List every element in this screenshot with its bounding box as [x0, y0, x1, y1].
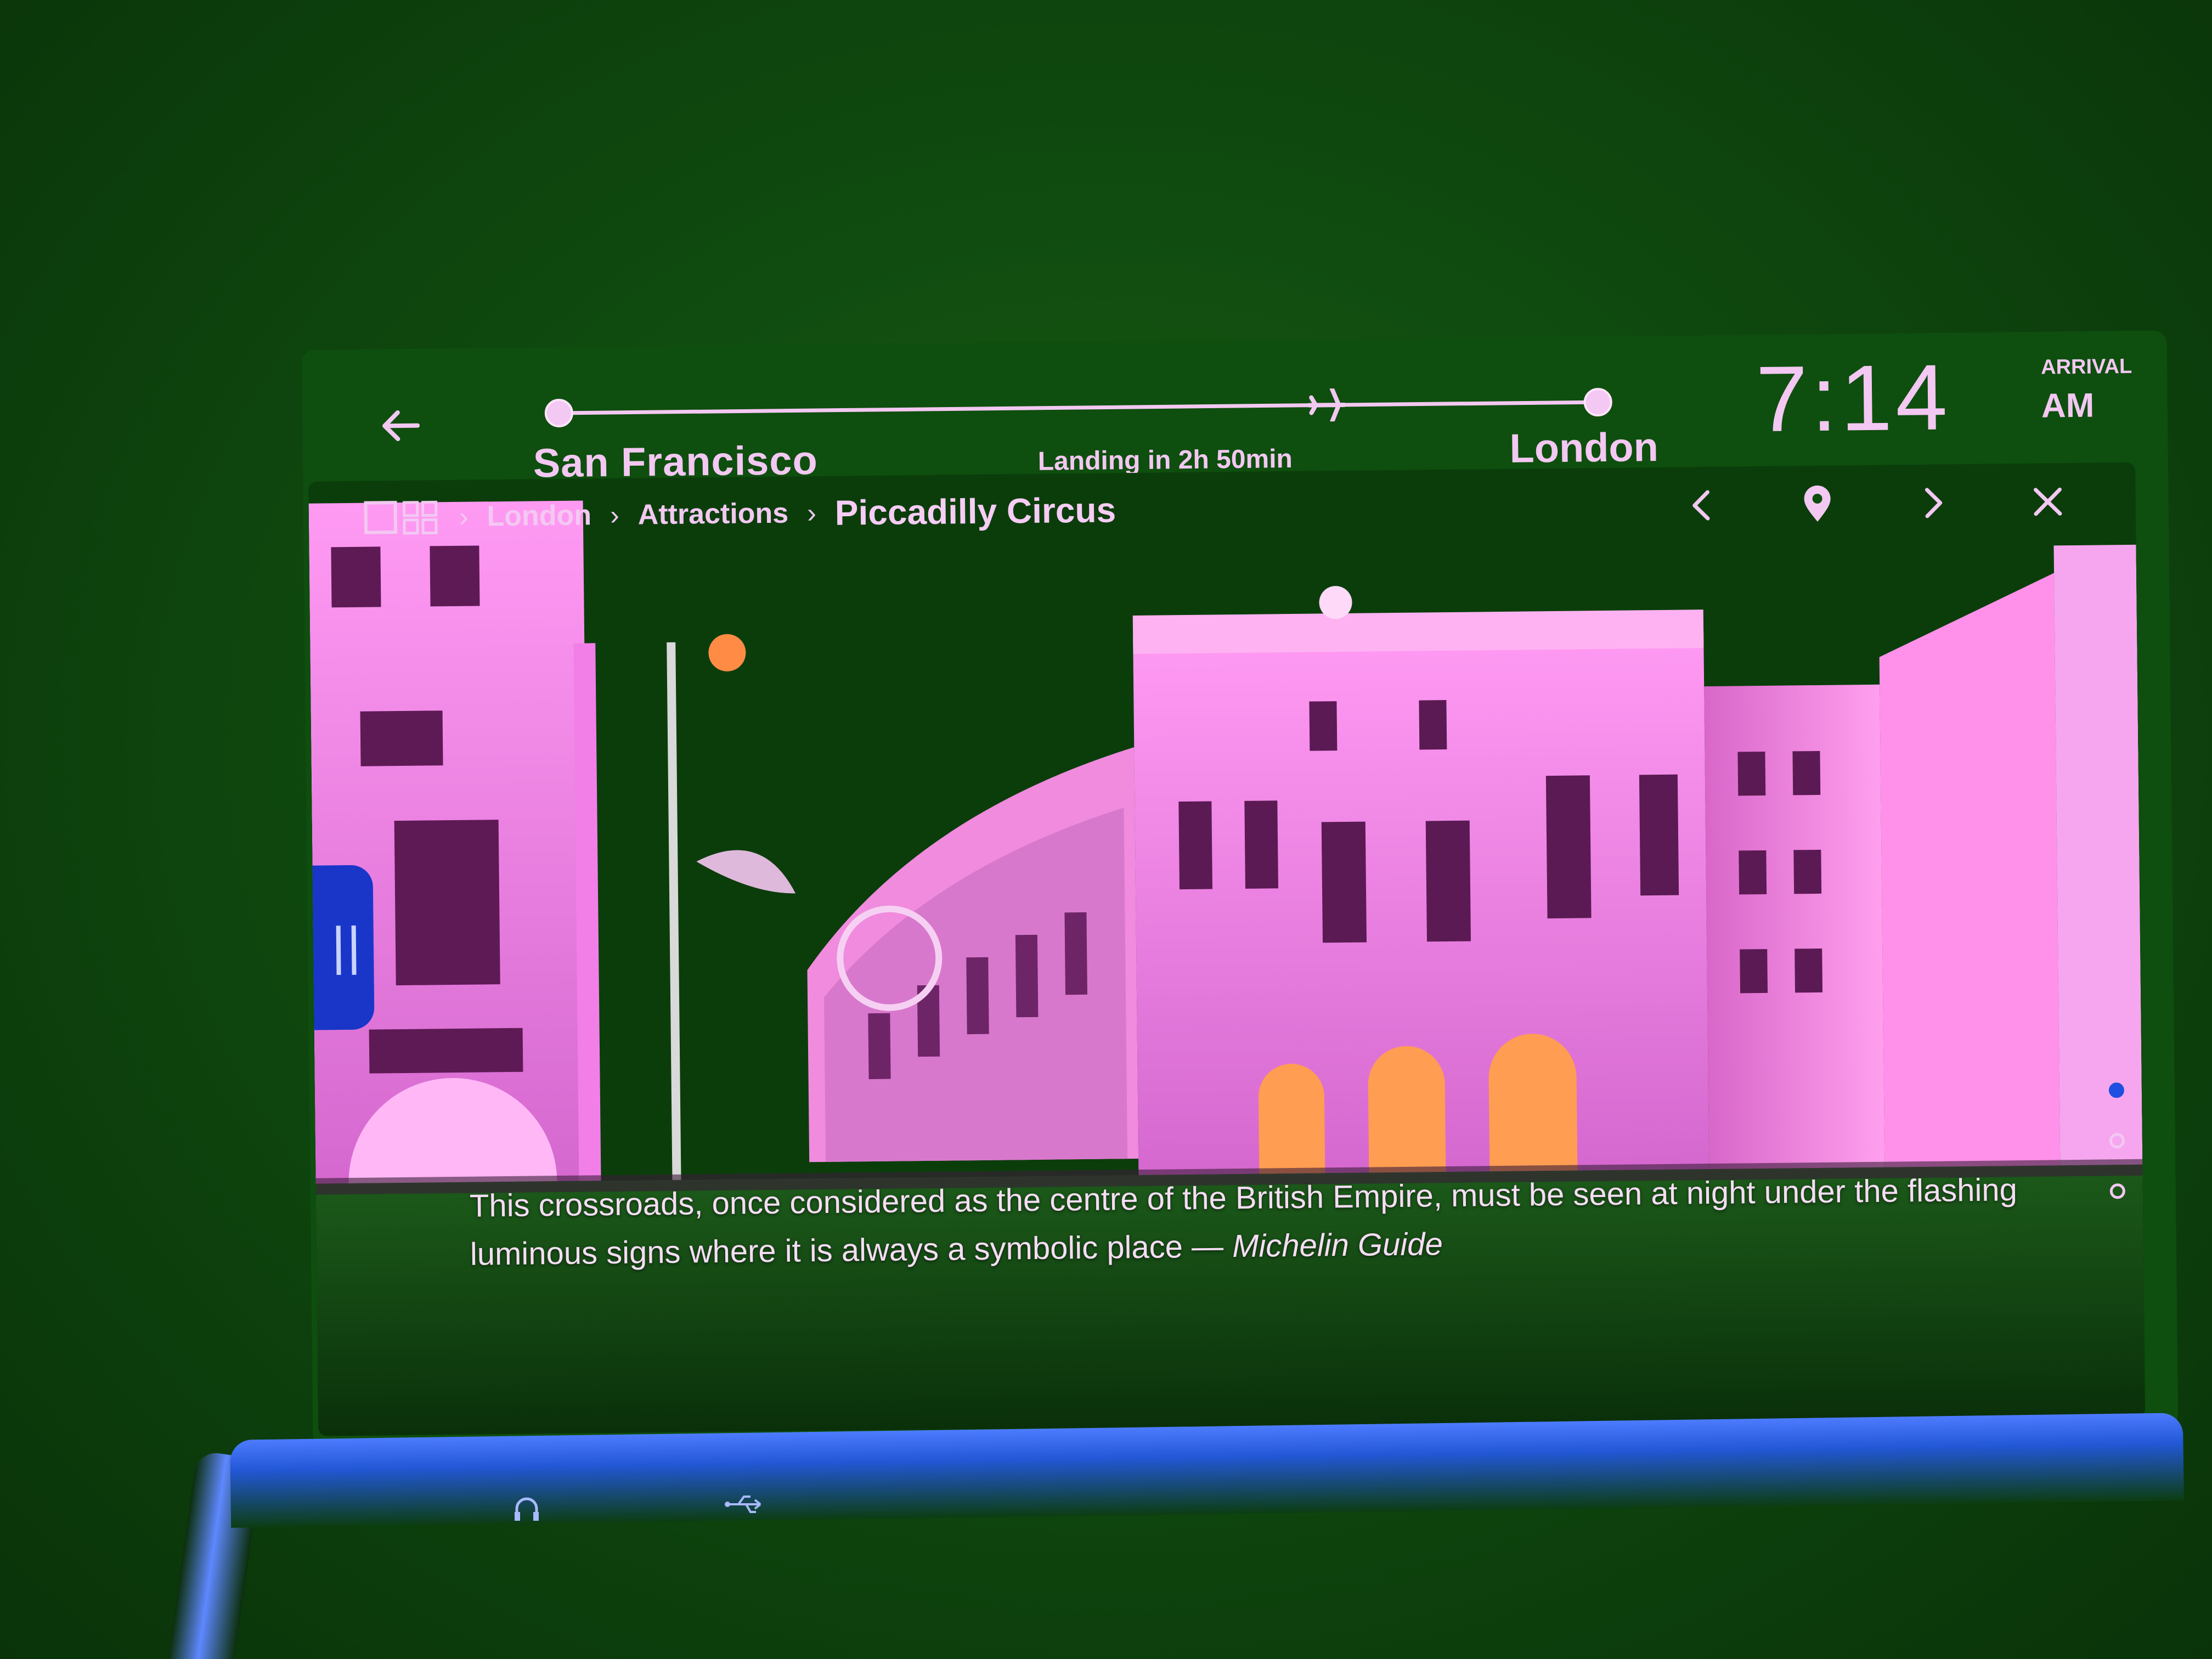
arrow-left-icon	[382, 410, 420, 442]
chevron-left-icon	[1692, 490, 1710, 521]
next-button[interactable]	[1910, 481, 1955, 525]
arrival-time: 7:14	[1755, 345, 1951, 452]
breadcrumb-current: Piccadilly Circus	[834, 490, 1116, 533]
gallery-grid-icon[interactable]	[363, 498, 441, 537]
chevron-right-icon	[1925, 488, 1943, 518]
airplane-icon	[1307, 385, 1347, 426]
attraction-photo-panel: › London › Attractions › Piccadilly Circ…	[308, 462, 2146, 1436]
breadcrumb: › London › Attractions › Piccadilly Circ…	[363, 489, 1116, 538]
caption-source: Michelin Guide	[1232, 1226, 1443, 1265]
breadcrumb-item-attractions[interactable]: Attractions	[637, 497, 788, 532]
origin-dot	[544, 398, 573, 427]
pause-icon	[336, 925, 357, 975]
location-button[interactable]	[1795, 482, 1839, 527]
flight-progress-bar	[544, 385, 1612, 427]
previous-button[interactable]	[1680, 483, 1724, 528]
back-button[interactable]	[374, 398, 429, 453]
pause-slideshow-button[interactable]	[312, 865, 375, 1030]
arrival-caption: ARRIVAL	[2040, 354, 2132, 379]
page-dot[interactable]	[2108, 1082, 2125, 1098]
destination-dot	[1583, 388, 1612, 417]
attraction-caption: This crossroads, once considered as the …	[470, 1165, 2062, 1278]
usb-port-icon	[725, 1496, 761, 1513]
close-icon	[2033, 487, 2062, 516]
page-dot[interactable]	[2109, 1183, 2126, 1199]
photo-backdrop: San Francisco Landing in 2h 50min London…	[0, 0, 2212, 1659]
flight-track-line	[558, 400, 1598, 415]
breadcrumb-separator: ›	[806, 498, 817, 529]
breadcrumb-separator: ›	[610, 499, 620, 531]
map-pin-icon	[1804, 486, 1831, 522]
headphone-jack-icon	[515, 1497, 539, 1521]
breadcrumb-item-london[interactable]: London	[487, 499, 591, 533]
piccadilly-circus-photo	[308, 462, 2146, 1436]
destination-city: London	[1509, 424, 1659, 471]
page-dot[interactable]	[2109, 1133, 2125, 1149]
arrival-ampm: AM	[2041, 386, 2095, 425]
breadcrumb-separator: ›	[459, 501, 469, 532]
inflight-display: San Francisco Landing in 2h 50min London…	[301, 330, 2179, 1447]
close-button[interactable]	[2025, 479, 2070, 524]
